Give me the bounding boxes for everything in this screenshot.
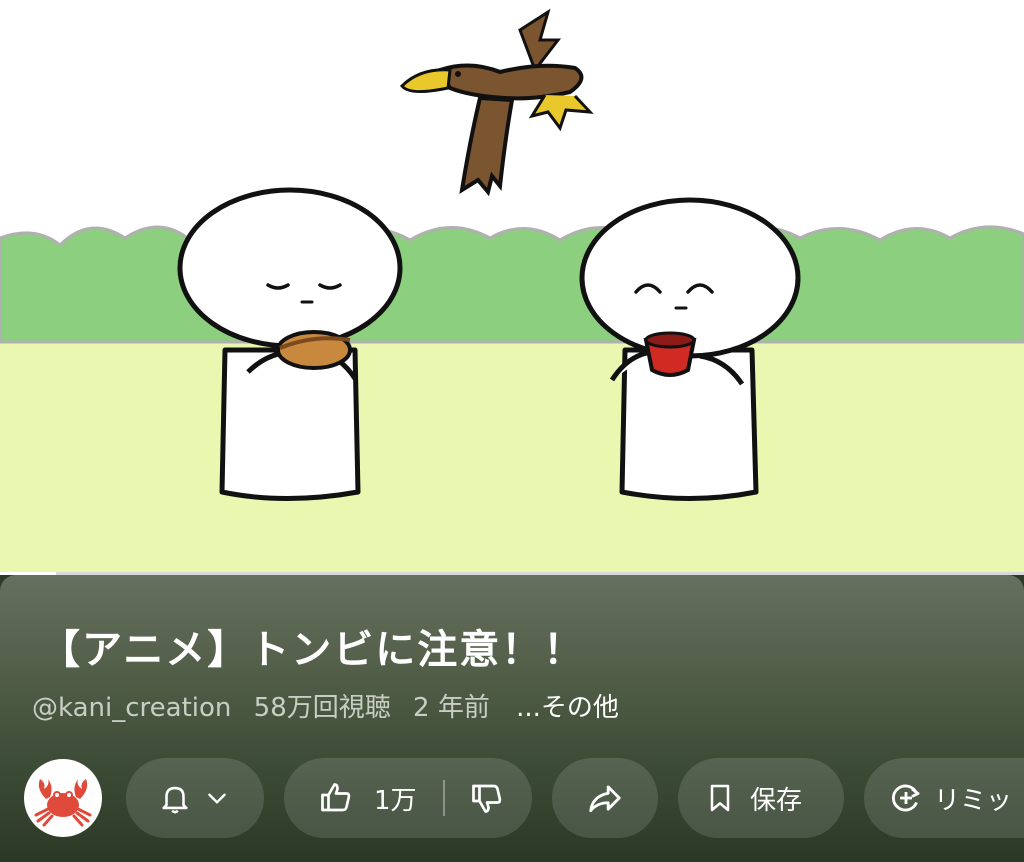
like-dislike-group: 1万 bbox=[284, 758, 532, 838]
chevron-down-icon bbox=[208, 793, 226, 804]
notification-button[interactable] bbox=[126, 758, 264, 838]
grass-field bbox=[0, 340, 1024, 574]
video-frame-illustration bbox=[0, 8, 1024, 574]
channel-handle[interactable]: @kani_creation bbox=[32, 693, 231, 723]
crab-icon bbox=[34, 779, 92, 827]
like-count[interactable]: 1万 bbox=[374, 780, 417, 817]
video-player[interactable] bbox=[0, 0, 1024, 574]
remix-icon bbox=[892, 784, 920, 812]
share-button[interactable] bbox=[552, 758, 658, 838]
thumbs-down-icon[interactable] bbox=[469, 780, 505, 816]
hedge bbox=[0, 225, 1024, 344]
video-title[interactable]: 【アニメ】トンビに注意！！ bbox=[40, 617, 585, 675]
channel-avatar[interactable] bbox=[24, 759, 102, 837]
more-link[interactable]: ...その他 bbox=[516, 693, 619, 723]
thumbs-up-icon[interactable] bbox=[318, 780, 354, 816]
view-count: 58万回視聴 bbox=[253, 693, 391, 723]
video-info-panel: 【アニメ】トンビに注意！！ @kani_creation 58万回視聴 2 年前… bbox=[0, 575, 1024, 862]
bell-icon bbox=[162, 786, 188, 814]
remix-button[interactable]: リミッ bbox=[864, 758, 1024, 838]
like-divider bbox=[442, 780, 445, 816]
share-arrow-icon bbox=[589, 785, 621, 813]
video-metadata[interactable]: @kani_creation 58万回視聴 2 年前 ...その他 bbox=[32, 687, 633, 724]
bookmark-icon bbox=[710, 784, 730, 812]
save-button[interactable]: 保存 bbox=[678, 758, 844, 838]
kite-bird bbox=[399, 8, 594, 197]
upload-age: 2 年前 bbox=[413, 693, 490, 723]
save-label: 保存 bbox=[750, 785, 803, 816]
remix-label: リミッ bbox=[934, 785, 1013, 816]
